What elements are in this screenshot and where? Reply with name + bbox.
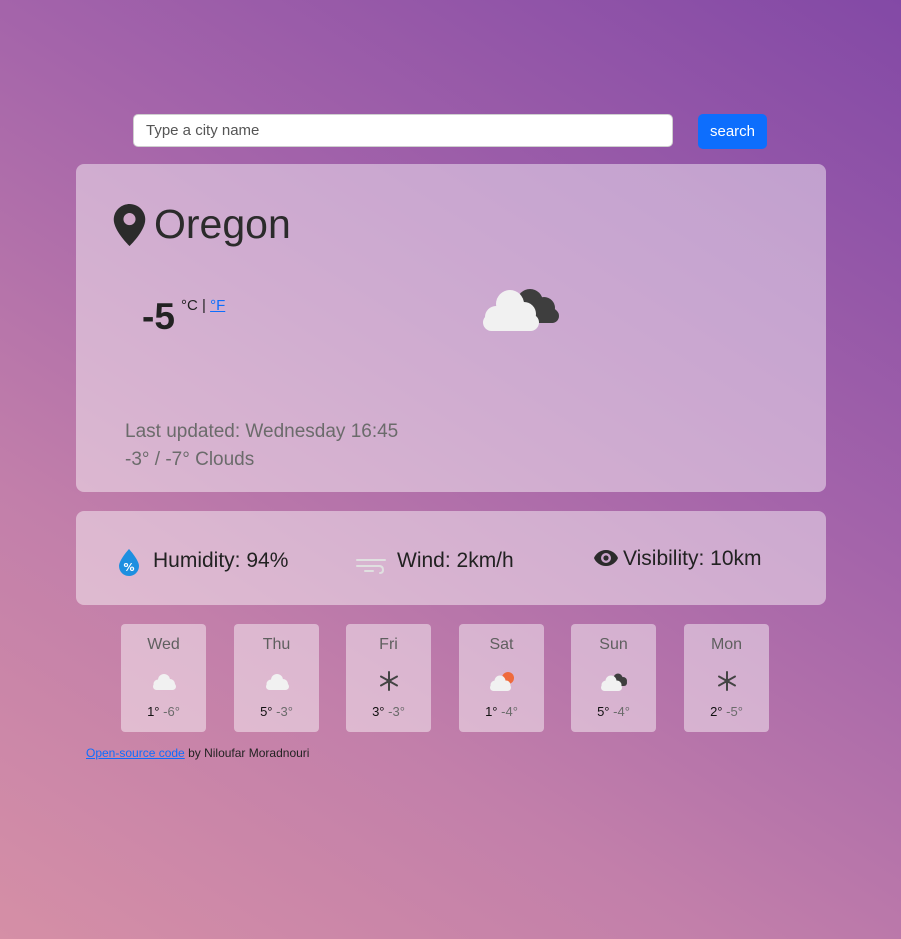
snowflake-icon (717, 671, 736, 691)
wind-icon (356, 559, 386, 574)
forecast-day: Sun (599, 636, 628, 653)
celsius-unit: °C (181, 297, 198, 314)
humidity-drop-icon: % (119, 549, 139, 576)
forecast-temps: 1° -4° (459, 704, 544, 719)
forecast-max: 5° (597, 704, 610, 719)
forecast-min: -6° (163, 704, 180, 719)
temp-range-description: -3° / -7° Clouds (125, 449, 255, 470)
forecast-max: 5° (260, 704, 273, 719)
cloud-icon (265, 674, 289, 690)
forecast-card-wed: Wed 1° -6° (121, 624, 206, 732)
search-input[interactable] (133, 114, 673, 147)
forecast-temps: 3° -3° (346, 704, 431, 719)
wind-value: Wind: 2km/h (397, 549, 514, 572)
humidity-value: Humidity: 94% (153, 549, 289, 572)
footer: Open-source code by Niloufar Moradnouri (86, 746, 309, 760)
forecast-min: -5° (726, 704, 743, 719)
forecast-min: -3° (388, 704, 405, 719)
forecast-card-sat: Sat 1° -4° (459, 624, 544, 732)
city-name: Oregon (154, 201, 291, 247)
forecast-card-thu: Thu 5° -3° (234, 624, 319, 732)
forecast-temps: 1° -6° (121, 704, 206, 719)
forecast-day: Wed (147, 636, 180, 653)
forecast-temps: 2° -5° (684, 704, 769, 719)
unit-toggle: °C | °F (181, 297, 225, 314)
cloud-icon (152, 674, 176, 690)
forecast-max: 1° (147, 704, 160, 719)
forecast-temps: 5° -3° (234, 704, 319, 719)
forecast-min: -3° (276, 704, 293, 719)
forecast-card-fri: Fri 3° -3° (346, 624, 431, 732)
author-credit: by Niloufar Moradnouri (184, 746, 310, 760)
forecast-card-mon: Mon 2° -5° (684, 624, 769, 732)
forecast-card-sun: Sun 5° -4° (571, 624, 656, 732)
eye-icon (594, 550, 618, 566)
forecast-day: Fri (379, 636, 398, 653)
fahrenheit-link[interactable]: °F (210, 297, 225, 314)
last-updated: Last updated: Wednesday 16:45 (125, 421, 399, 442)
visibility-value: Visibility: 10km (623, 547, 762, 570)
search-button[interactable]: search (698, 114, 767, 149)
sun-cloud-icon (489, 672, 514, 691)
snowflake-icon (379, 671, 398, 691)
forecast-min: -4° (613, 704, 630, 719)
forecast-day: Sat (489, 636, 514, 653)
forecast-min: -4° (501, 704, 518, 719)
clouds-icon (600, 673, 627, 691)
forecast-max: 1° (485, 704, 498, 719)
unit-separator: | (197, 297, 211, 314)
forecast-max: 2° (710, 704, 723, 719)
current-temperature: -5 (142, 296, 175, 337)
forecast-day: Mon (710, 636, 743, 653)
location-pin-icon (113, 204, 146, 246)
source-code-link[interactable]: Open-source code (86, 746, 185, 760)
svg-text:%: % (123, 561, 134, 574)
forecast-day: Thu (262, 636, 291, 653)
clouds-icon (483, 289, 559, 331)
forecast-max: 3° (372, 704, 385, 719)
forecast-temps: 5° -4° (571, 704, 656, 719)
